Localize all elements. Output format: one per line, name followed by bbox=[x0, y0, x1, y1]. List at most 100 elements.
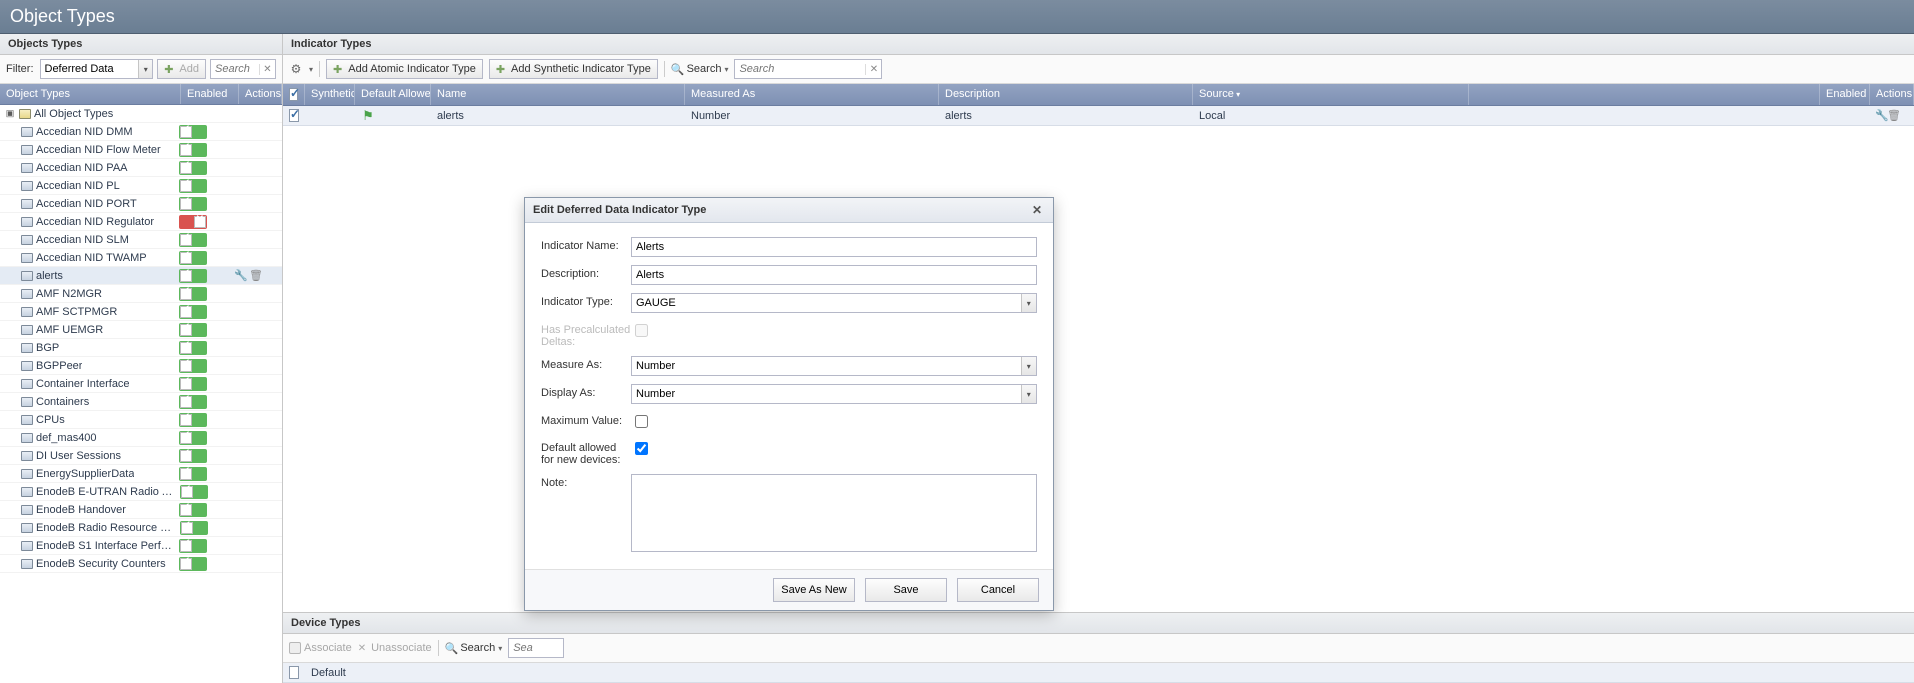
enabled-toggle[interactable] bbox=[179, 503, 207, 517]
device-search-input[interactable] bbox=[509, 640, 545, 656]
filter-combo[interactable] bbox=[40, 59, 154, 79]
chevron-down-icon[interactable] bbox=[1021, 294, 1036, 312]
object-types-tree[interactable]: ▣All Object TypesAccedian NID DMMAccedia… bbox=[0, 105, 282, 683]
tree-item[interactable]: DI User Sessions bbox=[0, 447, 282, 465]
tree-item[interactable]: Accedian NID PL bbox=[0, 177, 282, 195]
chevron-down-icon[interactable] bbox=[1021, 385, 1036, 403]
note-textarea[interactable] bbox=[631, 474, 1037, 552]
enabled-toggle[interactable] bbox=[179, 341, 207, 355]
tree-item[interactable]: alerts🔧🗑 bbox=[0, 267, 282, 285]
max-value-checkbox[interactable] bbox=[635, 415, 648, 428]
indicator-search[interactable]: ✕ bbox=[734, 59, 882, 79]
display-as-combo[interactable] bbox=[631, 384, 1037, 404]
header-checkbox[interactable] bbox=[289, 88, 298, 101]
display-as-input[interactable] bbox=[632, 386, 1021, 402]
enabled-toggle[interactable] bbox=[179, 179, 207, 193]
tree-item[interactable]: Accedian NID SLM bbox=[0, 231, 282, 249]
tree-item[interactable]: Accedian NID PAA bbox=[0, 159, 282, 177]
device-row[interactable]: Default bbox=[283, 663, 1914, 683]
col-actions[interactable]: Actions bbox=[239, 84, 282, 104]
tree-item[interactable]: CPUs bbox=[0, 411, 282, 429]
enabled-toggle[interactable] bbox=[179, 323, 207, 337]
expander-icon[interactable]: ▣ bbox=[4, 108, 16, 120]
enabled-toggle[interactable] bbox=[179, 287, 207, 301]
tree-item[interactable]: EnodeB Radio Resource C… bbox=[0, 519, 282, 537]
add-atomic-button[interactable]: Add Atomic Indicator Type bbox=[326, 59, 483, 79]
gear-icon[interactable] bbox=[289, 62, 303, 76]
wrench-icon[interactable]: 🔧 bbox=[235, 270, 247, 282]
save-as-new-button[interactable]: Save As New bbox=[773, 578, 855, 602]
enabled-toggle[interactable] bbox=[179, 305, 207, 319]
tree-item[interactable]: Containers bbox=[0, 393, 282, 411]
dialog-titlebar[interactable]: Edit Deferred Data Indicator Type ✕ bbox=[525, 198, 1053, 223]
enabled-toggle[interactable] bbox=[179, 161, 207, 175]
default-allowed-checkbox[interactable] bbox=[635, 442, 648, 455]
enabled-toggle[interactable] bbox=[179, 539, 207, 553]
col-default-allowed[interactable]: Default Allowed bbox=[355, 84, 431, 105]
col-synthetic[interactable]: Synthetic bbox=[305, 84, 355, 105]
col-name[interactable]: Name bbox=[431, 84, 685, 105]
tree-item[interactable]: Accedian NID DMM bbox=[0, 123, 282, 141]
enabled-toggle[interactable] bbox=[179, 413, 207, 427]
device-search-dropdown[interactable]: Search ▾ bbox=[445, 642, 503, 655]
indicator-type-input[interactable] bbox=[632, 295, 1021, 311]
tree-item[interactable]: EnodeB Security Counters bbox=[0, 555, 282, 573]
enabled-toggle[interactable] bbox=[179, 557, 207, 571]
col-checkbox[interactable] bbox=[283, 84, 305, 105]
clear-icon[interactable]: ✕ bbox=[865, 64, 881, 75]
tree-item[interactable]: Accedian NID Regulator bbox=[0, 213, 282, 231]
enabled-toggle[interactable] bbox=[180, 485, 208, 499]
object-search[interactable]: ✕ bbox=[210, 59, 276, 79]
enabled-toggle[interactable] bbox=[179, 251, 207, 265]
enabled-toggle[interactable] bbox=[179, 215, 207, 229]
enabled-toggle[interactable] bbox=[179, 467, 207, 481]
tree-item[interactable]: BGP bbox=[0, 339, 282, 357]
trash-icon[interactable]: 🗑 bbox=[1888, 109, 1900, 121]
col-actions[interactable]: Actions bbox=[1870, 84, 1914, 105]
measure-as-input[interactable] bbox=[632, 358, 1021, 374]
enabled-toggle[interactable] bbox=[179, 377, 207, 391]
chevron-down-icon[interactable]: ▾ bbox=[309, 65, 313, 74]
measure-as-combo[interactable] bbox=[631, 356, 1037, 376]
enabled-toggle[interactable] bbox=[179, 449, 207, 463]
indicator-search-input[interactable] bbox=[735, 61, 865, 77]
tree-item[interactable]: Accedian NID TWAMP bbox=[0, 249, 282, 267]
enabled-toggle[interactable] bbox=[179, 233, 207, 247]
indicator-name-input[interactable] bbox=[631, 237, 1037, 257]
chevron-down-icon[interactable] bbox=[138, 60, 152, 78]
tree-item[interactable]: EnodeB E-UTRAN Radio A… bbox=[0, 483, 282, 501]
description-input[interactable] bbox=[631, 265, 1037, 285]
tree-item[interactable]: AMF SCTPMGR bbox=[0, 303, 282, 321]
enabled-toggle[interactable] bbox=[179, 143, 207, 157]
search-dropdown[interactable]: Search ▾ bbox=[671, 63, 729, 76]
tree-item[interactable]: EnodeB Handover bbox=[0, 501, 282, 519]
enabled-toggle[interactable] bbox=[179, 359, 207, 373]
add-synthetic-button[interactable]: Add Synthetic Indicator Type bbox=[489, 59, 658, 79]
row-checkbox[interactable] bbox=[289, 109, 299, 122]
col-enabled[interactable]: Enabled bbox=[181, 84, 239, 104]
trash-icon[interactable]: 🗑 bbox=[250, 270, 262, 282]
clear-icon[interactable]: ✕ bbox=[259, 64, 275, 75]
tree-item[interactable]: EnodeB S1 Interface Perfo… bbox=[0, 537, 282, 555]
device-row-checkbox[interactable] bbox=[289, 666, 299, 679]
tree-item[interactable]: EnergySupplierData bbox=[0, 465, 282, 483]
tree-item[interactable]: Container Interface bbox=[0, 375, 282, 393]
tree-item[interactable]: Accedian NID Flow Meter bbox=[0, 141, 282, 159]
tree-item[interactable]: Accedian NID PORT bbox=[0, 195, 282, 213]
enabled-toggle[interactable] bbox=[179, 125, 207, 139]
tree-root[interactable]: ▣All Object Types bbox=[0, 105, 282, 123]
tree-item[interactable]: AMF UEMGR bbox=[0, 321, 282, 339]
enabled-toggle[interactable] bbox=[179, 395, 207, 409]
chevron-down-icon[interactable] bbox=[1021, 357, 1036, 375]
indicator-row[interactable]: alertsNumberalertsLocal🔧🗑 bbox=[283, 106, 1914, 126]
save-button[interactable]: Save bbox=[865, 578, 947, 602]
col-description[interactable]: Description bbox=[939, 84, 1193, 105]
tree-item[interactable]: BGPPeer bbox=[0, 357, 282, 375]
indicator-type-combo[interactable] bbox=[631, 293, 1037, 313]
col-enabled[interactable]: Enabled bbox=[1820, 84, 1870, 105]
enabled-toggle[interactable] bbox=[179, 197, 207, 211]
tree-item[interactable]: AMF N2MGR bbox=[0, 285, 282, 303]
col-object-types[interactable]: Object Types bbox=[0, 84, 181, 104]
tree-item[interactable]: def_mas400 bbox=[0, 429, 282, 447]
enabled-toggle[interactable] bbox=[180, 521, 208, 535]
